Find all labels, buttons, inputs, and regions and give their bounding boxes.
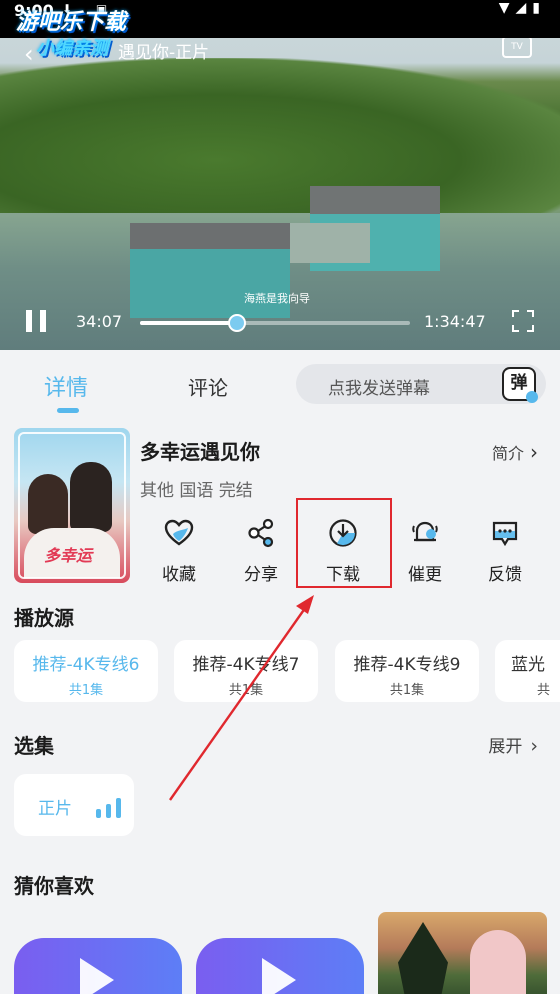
show-meta: 其他 国语 完结: [140, 481, 253, 501]
favorite-button[interactable]: 收藏: [144, 512, 214, 592]
feedback-button[interactable]: 反馈: [470, 512, 540, 592]
chevron-right-icon: ›: [530, 735, 538, 757]
source-name: 推荐-4K专线7: [192, 655, 300, 675]
poster-frame: [18, 432, 126, 579]
poster-figure: [470, 930, 526, 994]
video-scene-hill: [0, 58, 560, 228]
episodes-title: 选集: [14, 734, 54, 758]
recommend-title: 猜你喜欢: [14, 874, 94, 898]
video-title: 遇见你-正片: [118, 43, 210, 63]
recommend-card[interactable]: [196, 938, 364, 994]
play-icon: [80, 958, 114, 994]
danmu-input[interactable]: 点我发送弹幕 弹: [296, 364, 546, 404]
heart-icon: [164, 519, 194, 546]
source-item[interactable]: 推荐-4K专线9 共1集: [335, 640, 479, 702]
share-button[interactable]: 分享: [226, 512, 296, 592]
show-title: 多幸运遇见你: [140, 440, 260, 464]
tab-indicator: [57, 408, 79, 413]
progress-bar[interactable]: [140, 314, 410, 332]
total-time: 1:34:47: [424, 312, 486, 331]
source-item[interactable]: 推荐-4K专线6 共1集: [14, 640, 158, 702]
fullscreen-icon[interactable]: [512, 310, 534, 332]
danmu-placeholder: 点我发送弹幕: [328, 379, 430, 399]
source-name: 推荐-4K专线6: [32, 655, 140, 675]
signal-battery-icons: ▼◢▮: [498, 0, 546, 16]
episode-name: 正片: [38, 799, 72, 819]
watermark-logo: 游吧乐下载 小编亲测: [16, 10, 126, 62]
recommend-card[interactable]: [14, 938, 182, 994]
tv-cast-icon[interactable]: TV: [502, 38, 532, 58]
source-name: 推荐-4K专线9: [353, 655, 461, 675]
urge-update-button[interactable]: 催更: [390, 512, 460, 592]
tab-detail[interactable]: 详情: [44, 370, 88, 402]
recommend-card[interactable]: [378, 912, 547, 994]
share-label: 分享: [244, 565, 278, 585]
chevron-right-icon: ›: [530, 440, 538, 464]
pause-button[interactable]: [26, 310, 46, 332]
tab-bar: 详情 评论 点我发送弹幕 弹: [0, 350, 560, 416]
sources-title: 播放源: [14, 606, 74, 630]
source-name: 蓝光: [511, 655, 545, 675]
highlight-box: [296, 498, 392, 588]
intro-link[interactable]: 简介 ›: [492, 440, 538, 464]
current-time: 34:07: [76, 312, 123, 331]
video-subtitle: 海燕是我向导: [244, 292, 310, 305]
intro-label: 简介: [491, 444, 524, 463]
tab-comment[interactable]: 评论: [188, 372, 228, 401]
source-episodes: 共1集: [389, 683, 425, 698]
favorite-label: 收藏: [162, 565, 196, 585]
progress-fill: [140, 321, 238, 325]
playing-bars-icon: [96, 796, 124, 818]
watermark-line1: 游吧乐下载: [16, 10, 127, 35]
source-item[interactable]: 蓝光 共: [495, 640, 560, 702]
feedback-label: 反馈: [488, 565, 522, 585]
urge-update-label: 催更: [408, 565, 442, 585]
source-episodes: 共: [537, 683, 551, 698]
show-poster[interactable]: 多幸运: [14, 428, 130, 583]
source-item[interactable]: 推荐-4K专线7 共1集: [174, 640, 318, 702]
watermark-line2: 小编亲测: [36, 38, 108, 59]
poster-figure: [398, 922, 448, 994]
expand-link[interactable]: 展开 ›: [488, 732, 538, 757]
play-icon: [262, 958, 296, 994]
bell-icon: [412, 521, 438, 542]
danmu-toggle-icon[interactable]: 弹: [502, 367, 538, 403]
share-icon: [248, 518, 274, 548]
video-player[interactable]: 海燕是我向导 ‹ 遇见你-正片 TV 34:07 1:34:47: [0, 38, 560, 350]
source-episodes: 共1集: [228, 683, 264, 698]
source-episodes: 共1集: [68, 683, 104, 698]
feedback-icon: [492, 521, 518, 547]
episode-item[interactable]: 正片: [14, 774, 134, 836]
expand-label: 展开: [488, 737, 523, 757]
